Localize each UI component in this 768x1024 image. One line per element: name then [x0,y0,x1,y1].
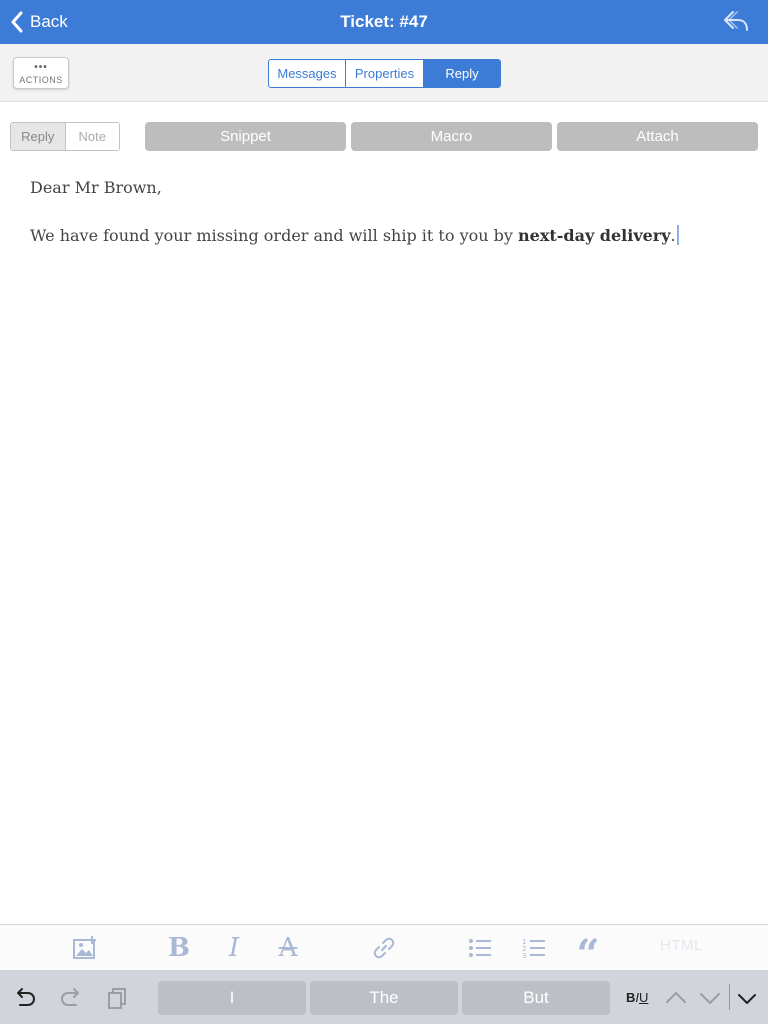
keyboard-shortcut-bar: I The But BIU [0,970,768,1024]
suggestion-2[interactable]: The [310,981,458,1015]
suggestion-3[interactable]: But [462,981,610,1015]
numbered-list-icon[interactable]: 123 [519,933,549,963]
page-title: Ticket: #47 [340,12,428,31]
blockquote-icon[interactable]: “ [573,933,603,975]
actions-button[interactable]: ••• ACTIONS [13,57,69,89]
bold-icon[interactable]: B [164,933,194,963]
svg-text:3: 3 [522,952,526,960]
greeting-text: Dear Mr Brown, [30,178,162,197]
chevron-up-icon[interactable] [662,984,690,1012]
bold-glyph: B [626,990,636,1005]
body-end-text: . [670,226,676,245]
paste-icon[interactable] [103,984,131,1012]
chevron-down-icon[interactable] [696,984,724,1012]
mode-note[interactable]: Note [65,123,119,150]
tab-reply[interactable]: Reply [424,60,500,87]
strikethrough-icon[interactable]: A [273,933,303,963]
compose-toolbar: Reply Note Snippet Macro Attach [0,102,768,166]
link-icon[interactable] [369,933,399,963]
reply-note-toggle: Reply Note [10,122,120,151]
body-paragraph: We have found your missing order and wil… [30,222,740,250]
italic-icon[interactable]: I [219,933,249,963]
attach-button[interactable]: Attach [557,122,758,151]
bulleted-list-icon[interactable] [465,933,495,963]
html-toggle[interactable]: HTML [660,937,703,954]
snippet-button[interactable]: Snippet [145,122,346,151]
body-text: We have found your missing order and wil… [30,226,518,245]
text-format-button[interactable]: BIU [626,990,648,1005]
reply-editor[interactable]: Dear Mr Brown, We have found your missin… [30,174,740,250]
reply-icon[interactable] [722,9,750,33]
underline-glyph: U [639,990,649,1005]
toolbar-divider [729,984,730,1010]
body-bold-text: next-day delivery [518,226,671,245]
actions-label: ACTIONS [19,75,63,85]
macro-button[interactable]: Macro [351,122,552,151]
tab-messages[interactable]: Messages [269,60,346,87]
view-segmented-control: Messages Properties Reply [268,59,501,88]
text-caret [676,225,679,245]
sub-toolbar: ••• ACTIONS Messages Properties Reply [0,44,768,102]
suggestion-1[interactable]: I [158,981,306,1015]
dismiss-keyboard-icon[interactable] [733,984,761,1012]
undo-icon[interactable] [11,984,39,1012]
format-toolbar: B I A 123 “ HTML [0,924,768,975]
tab-properties[interactable]: Properties [346,60,424,87]
redo-icon[interactable] [57,984,85,1012]
mode-reply[interactable]: Reply [11,123,66,150]
more-icon: ••• [34,62,48,73]
navigation-bar: Back Ticket: #47 [0,0,768,44]
insert-image-icon[interactable] [70,933,100,963]
